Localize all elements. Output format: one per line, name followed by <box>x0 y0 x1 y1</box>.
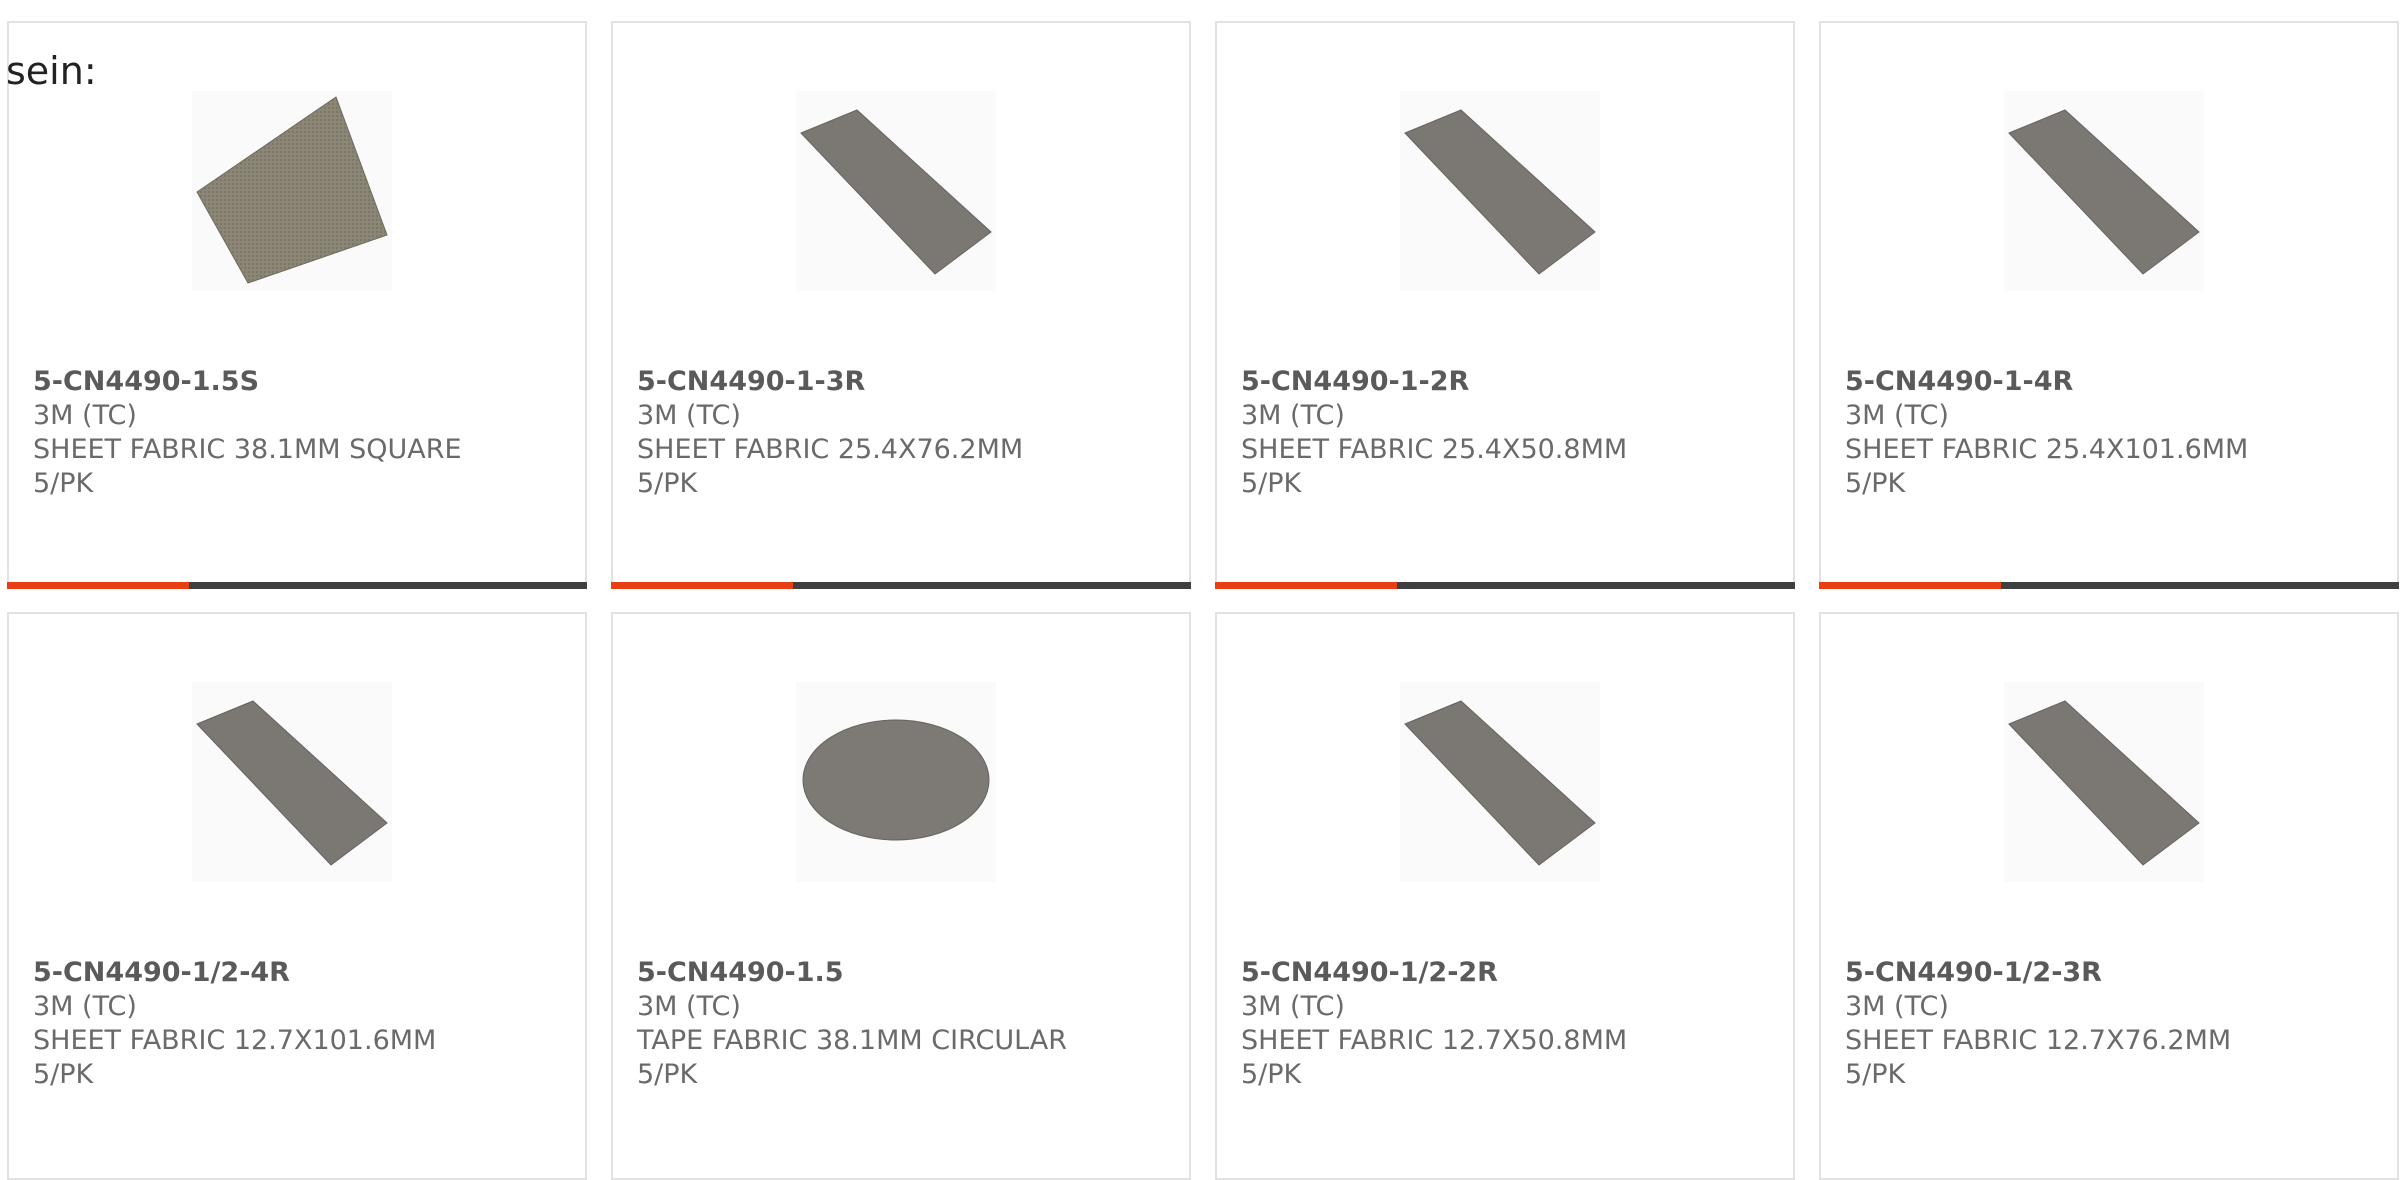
square-fabric-sheet-image <box>192 91 392 291</box>
pack-size: 5/PK <box>637 468 698 499</box>
product-card[interactable]: 5-CN4490-1/2-3R 3M (TC) SHEET FABRIC 12.… <box>1819 612 2399 1180</box>
description: SHEET FABRIC 12.7X50.8MM <box>1241 1025 1628 1056</box>
strip-fabric-sheet-image <box>1400 91 1600 291</box>
strip-fabric-sheet-image <box>2004 91 2204 291</box>
strip-fabric-sheet-image <box>2004 682 2204 882</box>
card-bottom-bar <box>7 582 587 589</box>
part-number[interactable]: 5-CN4490-1-2R <box>1241 365 1773 399</box>
circular-fabric-tape-image <box>796 682 996 882</box>
product-card[interactable]: 5-CN4490-1-2R 3M (TC) SHEET FABRIC 25.4X… <box>1215 21 1795 589</box>
brand: 3M (TC) <box>637 991 741 1022</box>
pack-size: 5/PK <box>33 468 94 499</box>
product-card[interactable]: 5-CN4490-1.5 3M (TC) TAPE FABRIC 38.1MM … <box>611 612 1191 1180</box>
brand: 3M (TC) <box>1241 991 1345 1022</box>
part-number[interactable]: 5-CN4490-1.5 <box>637 956 1169 990</box>
pack-size: 5/PK <box>33 1059 94 1090</box>
description: SHEET FABRIC 25.4X50.8MM <box>1241 434 1628 465</box>
card-bottom-bar-accent <box>1215 582 1397 589</box>
pack-size: 5/PK <box>1241 1059 1302 1090</box>
description: TAPE FABRIC 38.1MM CIRCULAR <box>637 1025 1068 1056</box>
part-number[interactable]: 5-CN4490-1/2-2R <box>1241 956 1773 990</box>
product-card[interactable]: 5-CN4490-1-3R 3M (TC) SHEET FABRIC 25.4X… <box>611 21 1191 589</box>
card-bottom-bar-accent <box>611 582 793 589</box>
product-card[interactable]: 5-CN4490-1/2-4R 3M (TC) SHEET FABRIC 12.… <box>7 612 587 1180</box>
brand: 3M (TC) <box>637 400 741 431</box>
description: SHEET FABRIC 12.7X101.6MM <box>33 1025 437 1056</box>
card-bottom-bar <box>611 582 1191 589</box>
product-card[interactable]: 5-CN4490-1-4R 3M (TC) SHEET FABRIC 25.4X… <box>1819 21 2399 589</box>
card-bottom-bar <box>1215 582 1795 589</box>
part-number[interactable]: 5-CN4490-1.5S <box>33 365 565 399</box>
description: SHEET FABRIC 12.7X76.2MM <box>1845 1025 2232 1056</box>
card-bottom-bar-accent <box>7 582 189 589</box>
pack-size: 5/PK <box>1241 468 1302 499</box>
brand: 3M (TC) <box>33 991 137 1022</box>
pack-size: 5/PK <box>637 1059 698 1090</box>
card-bottom-bar <box>1819 582 2399 589</box>
description: SHEET FABRIC 25.4X101.6MM <box>1845 434 2249 465</box>
pack-size: 5/PK <box>1845 468 1906 499</box>
brand: 3M (TC) <box>1241 400 1345 431</box>
product-card[interactable]: 5-CN4490-1.5S 3M (TC) SHEET FABRIC 38.1M… <box>7 21 587 589</box>
part-number[interactable]: 5-CN4490-1-4R <box>1845 365 2377 399</box>
card-bottom-bar-accent <box>1819 582 2001 589</box>
brand: 3M (TC) <box>1845 400 1949 431</box>
brand: 3M (TC) <box>33 400 137 431</box>
part-number[interactable]: 5-CN4490-1/2-4R <box>33 956 565 990</box>
part-number[interactable]: 5-CN4490-1/2-3R <box>1845 956 2377 990</box>
part-number[interactable]: 5-CN4490-1-3R <box>637 365 1169 399</box>
pack-size: 5/PK <box>1845 1059 1906 1090</box>
product-card[interactable]: 5-CN4490-1/2-2R 3M (TC) SHEET FABRIC 12.… <box>1215 612 1795 1180</box>
strip-fabric-sheet-image <box>796 91 996 291</box>
intro-text: sein: <box>6 49 97 93</box>
description: SHEET FABRIC 38.1MM SQUARE <box>33 434 462 465</box>
brand: 3M (TC) <box>1845 991 1949 1022</box>
description: SHEET FABRIC 25.4X76.2MM <box>637 434 1024 465</box>
product-grid: 5-CN4490-1.5S 3M (TC) SHEET FABRIC 38.1M… <box>7 21 2399 1180</box>
strip-fabric-sheet-image <box>192 682 392 882</box>
strip-fabric-sheet-image <box>1400 682 1600 882</box>
